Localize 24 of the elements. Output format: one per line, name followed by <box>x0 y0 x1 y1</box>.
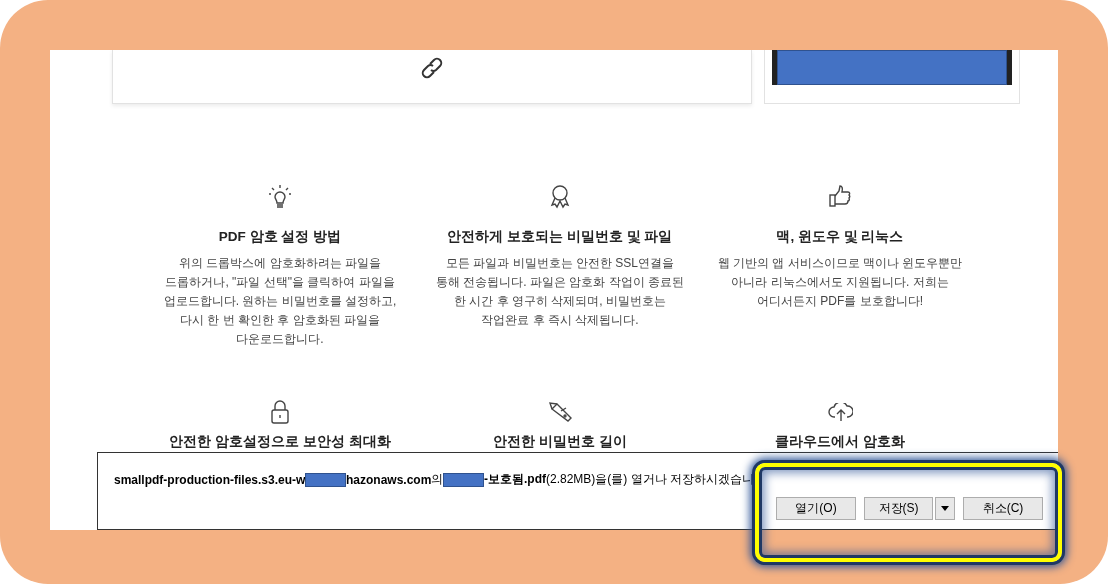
pocket-knife-icon <box>548 402 572 422</box>
feature-title: 안전한 비밀번호 길이 <box>493 433 627 451</box>
padlock-icon <box>271 400 289 424</box>
feature-title: PDF 암호 설정 방법 <box>218 228 342 246</box>
download-prompt-text: hazonaws.com <box>346 472 432 487</box>
feature-title: 맥, 윈도우 및 리눅스 <box>776 228 904 246</box>
feature-title: 안전한 암호설정으로 보안성 최대화 <box>169 433 391 451</box>
dropdown-button[interactable] <box>935 497 955 520</box>
cloud-upload-icon <box>827 402 853 422</box>
download-prompt-text: (2.82MB)을(를) 열거나 저장하시겠습니 <box>545 471 754 488</box>
feature-description: 웹 기반의 앱 서비스이므로 맥이나 윈도우뿐만 아니라 리눅스에서도 지원됩니다. 저희는 어디서든지 PDF를 보호합니다! <box>716 255 964 310</box>
feature-description: 모든 파일과 비밀번호는 안전한 SSL연결을 통해 전송됩니다. 파일은 암호화 작업이 종료된 한 시간 후 영구히 삭제되며, 비밀번호는 작업완료 후 즉시 삭제됩니다. <box>435 255 685 329</box>
dialog-button[interactable]: 저장(S) <box>864 497 933 520</box>
feature-title: 안전하게 보호되는 비밀번호 및 파일 <box>447 228 673 246</box>
dialog-button[interactable]: 취소(C) <box>963 497 1043 520</box>
feature-title: 클라우드에서 암호화 <box>775 433 905 451</box>
redaction-block <box>305 472 346 487</box>
download-prompt-text: smallpdf-production-files.s3.eu-w <box>114 472 306 487</box>
download-prompt-text: -보호됨.pdf <box>483 471 546 488</box>
dialog-button[interactable]: 열기(O) <box>776 497 856 520</box>
feature-description: 위의 드롭박스에 암호화하려는 파일을 드롭하거나, "파일 선택"을 클릭하여 파일을 업로드합니다. 원하는 비밀번호를 설정하고, 다시 한 번 확인한 후 암호화된 파일을 다운로드합니다. <box>162 255 398 348</box>
redaction-block <box>443 472 484 487</box>
download-prompt-text: 의 <box>431 471 444 488</box>
caret-icon <box>941 506 949 511</box>
